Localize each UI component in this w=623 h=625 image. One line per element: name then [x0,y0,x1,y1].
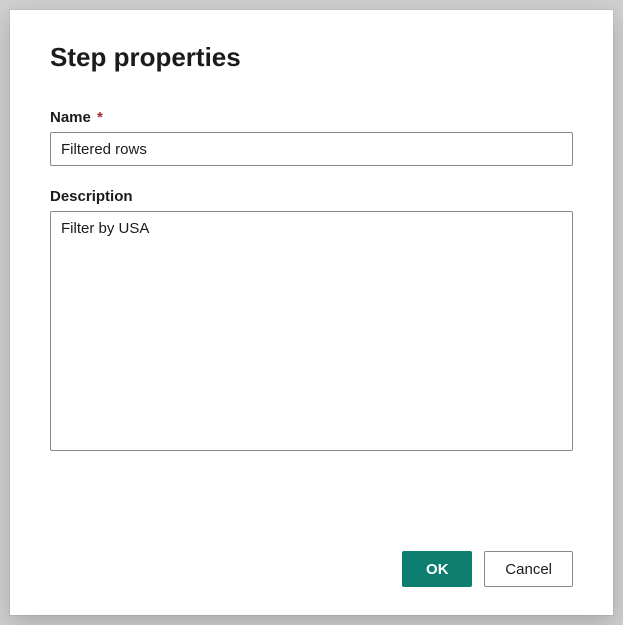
dialog-button-row: OK Cancel [50,521,573,587]
description-label: Description [50,188,573,205]
cancel-button[interactable]: Cancel [484,551,573,587]
step-properties-dialog: Step properties Name * Description Filte… [10,10,613,615]
dialog-title: Step properties [50,42,573,73]
ok-button[interactable]: OK [402,551,472,587]
name-input[interactable] [50,132,573,166]
name-label: Name * [50,109,573,126]
name-field-group: Name * [50,109,573,166]
name-label-text: Name [50,109,91,126]
description-input[interactable]: Filter by USA [50,211,573,451]
description-field-group: Description Filter by USA [50,188,573,456]
required-indicator: * [97,109,103,126]
